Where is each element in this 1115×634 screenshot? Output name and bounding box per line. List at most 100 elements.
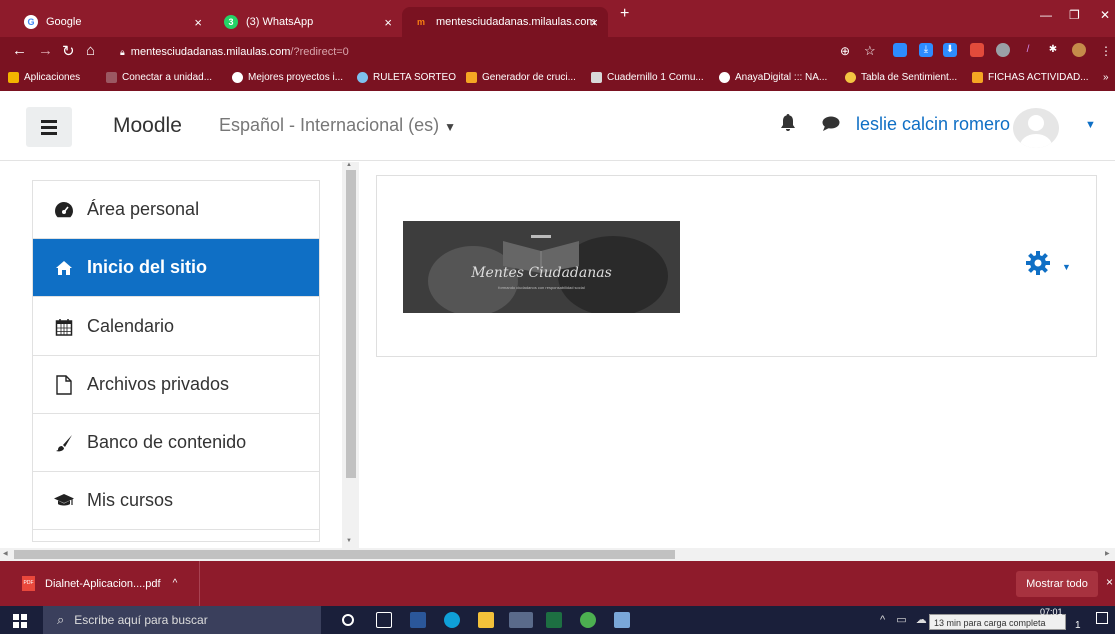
brush-icon [53,432,75,454]
bookmark-item[interactable]: Generador de cruci... [466,72,576,83]
tab-moodle[interactable]: m mentesciudadanas.milaulas.com × [402,7,608,37]
calendar-icon [53,316,75,338]
task-view-icon[interactable] [376,612,392,628]
close-tab-icon[interactable]: × [384,15,392,30]
pen-ext-icon[interactable]: / [1021,43,1035,57]
tab-google[interactable]: G Google × [12,7,212,37]
bookmark-item[interactable]: AnayaDigital ::: NA... [719,72,827,83]
address-bar[interactable]: 🔒︎ mentesciudadanas.milaulas.com/?redirec… [120,41,880,63]
system-tray[interactable]: ^ ▭ ☁ [880,613,927,626]
bookmark-item[interactable]: Mejores proyectos i... [232,72,343,83]
scroll-up-icon[interactable]: ▲ [346,162,352,168]
battery-icon[interactable]: ▭ [896,614,906,626]
reload-icon[interactable]: ↻ [62,42,75,60]
clock-time[interactable]: 07:01 [1040,607,1063,617]
word-icon[interactable] [410,612,426,628]
close-tab-icon[interactable]: × [590,15,598,30]
nav-item-label: Banco de contenido [87,432,247,452]
hamburger-icon [41,132,57,135]
chevron-up-icon[interactable]: ^ [880,614,885,626]
caret-down-icon[interactable]: ▼ [1085,119,1096,131]
chat-icon[interactable] [822,116,840,131]
show-all-downloads-button[interactable]: Mostrar todo [1016,571,1098,597]
nav-item-label: Calendario [87,316,175,336]
new-tab-button[interactable]: + [620,5,629,23]
download-item[interactable]: PDF Dialnet-Aplicacion....pdf ^ [0,561,200,606]
browser-tab-strip: G Google × 3 (3) WhatsApp × m mentesciud… [0,0,1115,37]
bookmark-item[interactable]: FICHAS ACTIVIDAD... [972,72,1089,83]
extension-icon[interactable] [893,43,907,57]
chrome-icon[interactable] [580,612,596,628]
logo-tagline: formando ciudadanos con responsabilidad … [498,285,585,290]
bookmark-label: FICHAS ACTIVIDAD... [988,72,1089,83]
horizontal-scrollbar-thumb[interactable] [14,550,675,559]
windows-start-icon[interactable] [13,614,27,628]
nav-item-banco-de-contenido[interactable]: Banco de contenido [33,414,319,472]
close-tab-icon[interactable]: × [194,15,202,30]
dashboard-icon [53,199,75,221]
restore-icon[interactable]: ❐ [1069,8,1080,22]
nav-item-inicio-del-sitio[interactable]: Inicio del sitio [33,239,319,297]
home-button-icon[interactable]: ⌂ [86,42,95,59]
puzzle-icon[interactable]: ✱ [1046,43,1060,57]
zoom-icon[interactable]: ⊕ [840,44,850,58]
extension-icon[interactable] [970,43,984,57]
cloud-icon[interactable]: ☁ [916,614,927,626]
clock-date-fragment: 1 [1075,620,1081,631]
edge-icon[interactable] [444,612,460,628]
nav-item-archivos-privados[interactable]: Archivos privados [33,356,319,414]
extension-icon[interactable] [996,43,1010,57]
bookmark-item[interactable]: Conectar a unidad... [106,72,212,83]
tab-title: Google [46,16,82,28]
forward-icon[interactable]: → [38,42,53,59]
star-icon[interactable]: ☆ [864,43,876,59]
profile-avatar-icon[interactable] [1072,43,1086,57]
download-ext-icon[interactable]: ⬇ [943,43,957,57]
drawer-scrollbar-thumb[interactable] [346,170,356,478]
url-path: /?redirect=0 [290,46,349,58]
back-icon[interactable]: ← [12,42,27,59]
tab-whatsapp[interactable]: 3 (3) WhatsApp × [212,7,402,37]
taskbar-search-box[interactable]: ⌕ Escribe aquí para buscar [43,606,321,634]
scroll-right-icon[interactable]: ▶ [1105,550,1110,557]
bookmark-label: Tabla de Sentimient... [861,72,958,83]
download-ext-icon[interactable]: ⤓ [919,43,933,57]
bookmark-item[interactable]: Tabla de Sentimient... [845,72,957,83]
avatar[interactable] [1013,108,1059,148]
nav-item-calendario[interactable]: Calendario [33,298,319,356]
bell-icon[interactable] [780,114,796,132]
chevron-up-icon[interactable]: ^ [173,578,178,589]
cortana-icon[interactable] [342,614,354,626]
doc-icon [591,72,602,83]
chrome-active-icon[interactable] [509,612,533,628]
bookmark-item[interactable]: Cuadernillo 1 Comu... [591,72,704,83]
language-menu[interactable]: Español - Internacional (es) ▼ [219,115,456,136]
drawer-toggle-button[interactable] [26,107,72,147]
scroll-down-icon[interactable]: ▼ [346,538,352,544]
file-explorer-icon[interactable] [478,612,494,628]
download-bar: PDF Dialnet-Aplicacion....pdf ^ Mostrar … [0,561,1115,606]
nav-item-area-personal[interactable]: Área personal [33,181,319,239]
menu-dots-icon[interactable]: ⋮ [1100,44,1112,58]
notification-center-icon[interactable] [1096,612,1108,624]
site-brand[interactable]: Moodle [113,114,182,138]
home-icon [53,257,75,279]
app-icon[interactable] [614,612,630,628]
bookmarks-overflow-button[interactable]: » [1103,72,1109,83]
minimize-icon[interactable]: — [1040,8,1052,22]
lock-icon: 🔒︎ [120,47,125,57]
bookmark-item[interactable]: Aplicaciones [8,72,80,83]
close-window-icon[interactable]: ✕ [1100,8,1110,22]
scroll-left-icon[interactable]: ◀ [3,550,8,557]
close-download-bar-icon[interactable]: × [1106,575,1113,589]
user-name[interactable]: leslie calcin romero [856,114,1010,135]
gear-icon[interactable] [1025,250,1051,276]
globe-icon [232,72,243,83]
nav-item-mis-cursos[interactable]: Mis cursos [33,472,319,530]
bookmark-item[interactable]: RULETA SORTEO [357,72,456,83]
logo-title: Mentes Ciudadanas [471,265,612,281]
caret-down-icon[interactable]: ▼ [1062,262,1071,272]
excel-icon[interactable] [546,612,562,628]
search-icon: ⌕ [57,612,65,627]
site-logo-banner: Mentes Ciudadanas formando ciudadanos co… [403,221,680,313]
